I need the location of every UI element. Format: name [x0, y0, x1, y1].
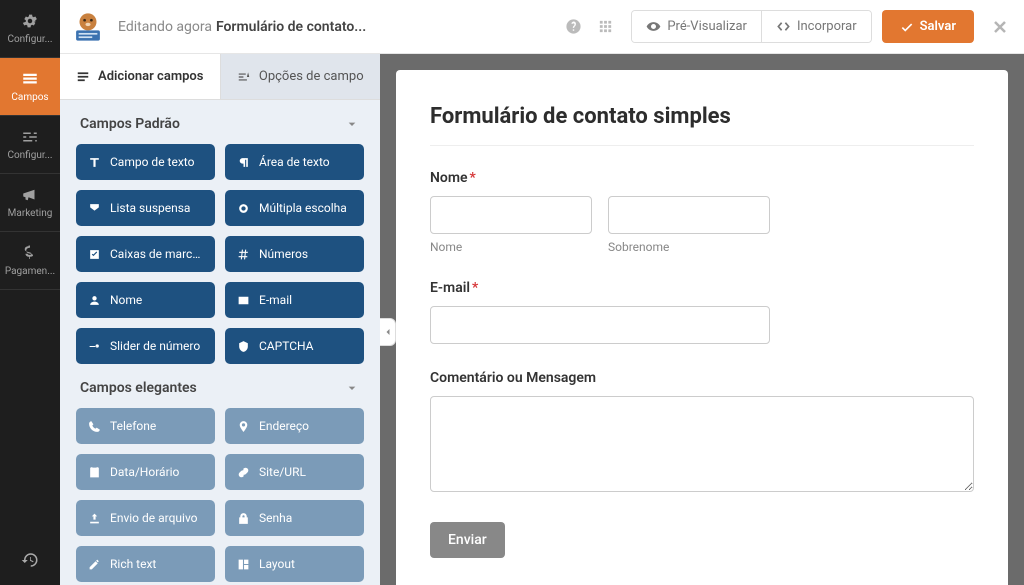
- editing-label: Editando agora: [118, 19, 212, 35]
- embed-label: Incorporar: [797, 19, 857, 34]
- collapse-panel-button[interactable]: [380, 318, 396, 346]
- close-button[interactable]: [990, 17, 1010, 37]
- field-chip-lock[interactable]: Senha: [225, 500, 364, 536]
- field-chip-radio[interactable]: Múltipla escolha: [225, 190, 364, 226]
- section-head[interactable]: Campos Padrão: [60, 100, 380, 144]
- chip-label: Área de texto: [259, 155, 330, 169]
- field-chip-pin[interactable]: Endereço: [225, 408, 364, 444]
- rail-label: Marketing: [8, 208, 53, 219]
- chip-label: Endereço: [259, 419, 309, 433]
- chip-label: Lista suspensa: [110, 201, 190, 215]
- message-label: Comentário ou Mensagem: [430, 370, 974, 386]
- form-preview-area: Formulário de contato simples Nome* Nome…: [380, 54, 1024, 585]
- email-label: E-mail*: [430, 280, 974, 296]
- field-chip-check[interactable]: Caixas de marcaç...: [76, 236, 215, 272]
- form-name[interactable]: Formulário de contato...: [216, 19, 366, 35]
- field-chip-mail[interactable]: E-mail: [225, 282, 364, 318]
- field-email[interactable]: E-mail*: [430, 280, 974, 344]
- rail-item-sliders[interactable]: Configur...: [0, 116, 60, 174]
- divider: [430, 145, 974, 146]
- field-chip-layout[interactable]: Layout: [225, 546, 364, 582]
- field-chip-calendar[interactable]: Data/Horário: [76, 454, 215, 490]
- chip-label: Slider de número: [110, 339, 200, 353]
- field-chip-hash[interactable]: Números: [225, 236, 364, 272]
- last-sublabel: Sobrenome: [608, 240, 770, 254]
- chip-label: Layout: [259, 557, 295, 571]
- tab-add-label: Adicionar campos: [98, 69, 203, 84]
- rail-label: Configur...: [7, 34, 52, 45]
- grid-icon[interactable]: [591, 13, 619, 41]
- chip-label: Senha: [259, 511, 292, 525]
- preview-title: Formulário de contato simples: [430, 104, 974, 129]
- chip-label: Nome: [110, 293, 142, 307]
- rail-item-gear[interactable]: Configur...: [0, 0, 60, 58]
- chip-label: Números: [259, 247, 308, 261]
- nav-rail: Configur... Campos Configur... Marketing Pag…: [0, 0, 60, 585]
- preview-button[interactable]: Pré-Visualizar: [632, 11, 761, 42]
- tab-field-options[interactable]: Opções de campo: [220, 54, 381, 99]
- chip-label: Caixas de marcaç...: [110, 247, 203, 261]
- rail-item-dollar[interactable]: Pagamen...: [0, 232, 60, 290]
- email-input[interactable]: [430, 306, 770, 344]
- field-name[interactable]: Nome* Nome Sobrenome: [430, 170, 974, 254]
- chip-label: Múltipla escolha: [259, 201, 347, 215]
- chip-label: Rich text: [110, 557, 156, 571]
- field-message[interactable]: Comentário ou Mensagem: [430, 370, 974, 496]
- save-button[interactable]: Salvar: [882, 10, 974, 43]
- tab-add-fields[interactable]: Adicionar campos: [60, 54, 220, 99]
- rail-label: Pagamen...: [5, 266, 55, 277]
- rail-item-list[interactable]: Campos: [0, 58, 60, 116]
- field-chip-upload[interactable]: Envio de arquivo: [76, 500, 215, 536]
- save-label: Salvar: [920, 19, 956, 34]
- submit-button[interactable]: Enviar: [430, 522, 505, 558]
- field-chip-captcha[interactable]: CAPTCHA: [225, 328, 364, 364]
- chip-label: E-mail: [259, 293, 292, 307]
- chip-label: Campo de texto: [110, 155, 194, 169]
- field-chip-link[interactable]: Site/URL: [225, 454, 364, 490]
- field-chip-paragraph[interactable]: Área de texto: [225, 144, 364, 180]
- help-icon[interactable]: [559, 13, 587, 41]
- rail-item-bullhorn[interactable]: Marketing: [0, 174, 60, 232]
- top-toolbar: Editando agora Formulário de contato... …: [60, 0, 1024, 54]
- field-chip-slider[interactable]: Slider de número: [76, 328, 215, 364]
- chip-label: Data/Horário: [110, 465, 179, 479]
- field-chip-dropdown[interactable]: Lista suspensa: [76, 190, 215, 226]
- last-name-input[interactable]: [608, 196, 770, 234]
- fields-panel: Adicionar campos Opções de campo Campos …: [60, 54, 380, 585]
- tab-options-label: Opções de campo: [259, 69, 364, 84]
- preview-label: Pré-Visualizar: [667, 19, 747, 34]
- field-chip-user[interactable]: Nome: [76, 282, 215, 318]
- first-sublabel: Nome: [430, 240, 592, 254]
- chip-label: Envio de arquivo: [110, 511, 198, 525]
- chip-label: Telefone: [110, 419, 156, 433]
- embed-button[interactable]: Incorporar: [761, 11, 871, 42]
- chip-label: Site/URL: [259, 465, 306, 479]
- field-chip-phone[interactable]: Telefone: [76, 408, 215, 444]
- name-label: Nome*: [430, 170, 974, 186]
- rail-label: Configur...: [7, 150, 52, 161]
- history-button[interactable]: [0, 535, 60, 585]
- section-head[interactable]: Campos elegantes: [60, 364, 380, 408]
- first-name-input[interactable]: [430, 196, 592, 234]
- chip-label: CAPTCHA: [259, 339, 314, 353]
- rail-label: Campos: [11, 92, 48, 103]
- field-chip-pencil[interactable]: Rich text: [76, 546, 215, 582]
- field-chip-text[interactable]: Campo de texto: [76, 144, 215, 180]
- logo-icon: [70, 9, 106, 45]
- message-textarea[interactable]: [430, 396, 974, 492]
